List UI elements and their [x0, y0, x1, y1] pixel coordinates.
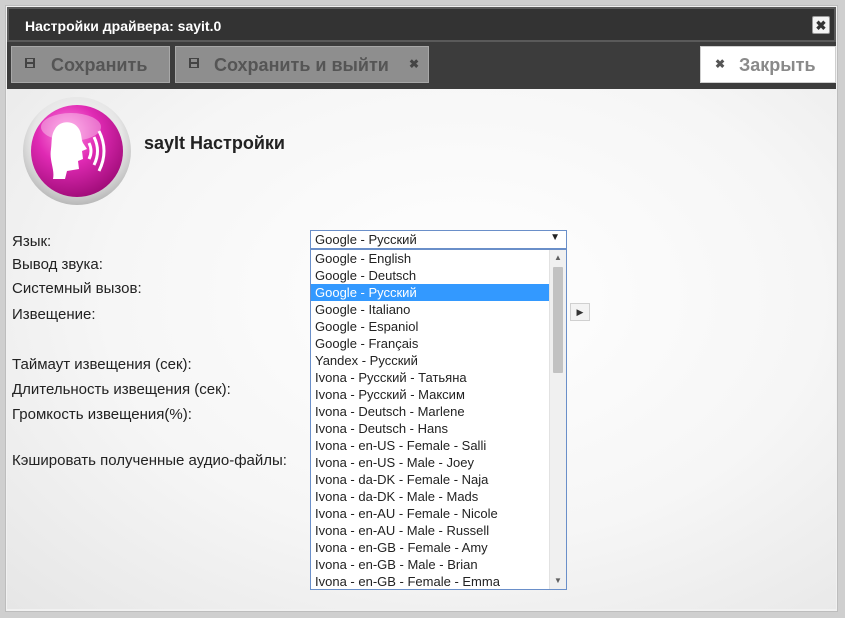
language-option[interactable]: Google - Espaniol [311, 318, 566, 335]
language-option[interactable]: Google - Français [311, 335, 566, 352]
x-icon: ✖ [409, 57, 420, 71]
save-and-exit-button[interactable]: Сохранить и выйти ✖ [175, 46, 429, 83]
floppy-icon [189, 58, 199, 71]
dropdown-arrow-icon: ▼ [550, 232, 560, 243]
save-button-label: Сохранить [51, 55, 148, 75]
language-option[interactable]: Ivona - en-US - Female - Salli [311, 437, 566, 454]
language-option[interactable]: Ivona - Deutsch - Marlene [311, 403, 566, 420]
close-icon[interactable]: ✖ [812, 16, 830, 34]
language-option[interactable]: Ivona - Deutsch - Hans [311, 420, 566, 437]
cache-audio-label: Кэшировать полученные аудио-файлы: [12, 452, 287, 469]
x-icon: ✖ [715, 57, 726, 71]
close-button[interactable]: ✖ Закрыть [700, 46, 836, 83]
title-bar: Настройки драйвера: sayit.0 ✖ [7, 7, 836, 42]
language-option[interactable]: Ivona - da-DK - Female - Naja [311, 471, 566, 488]
language-option[interactable]: Ivona - en-AU - Male - Russell [311, 522, 566, 539]
play-icon[interactable]: ▶ [570, 303, 590, 321]
language-option[interactable]: Ivona - en-AU - Female - Nicole [311, 505, 566, 522]
language-dropdown-list[interactable]: Google - English Google - Deutsch Google -… [310, 249, 567, 590]
language-options: Google - English Google - Deutsch Google -… [311, 250, 566, 589]
sound-output-label: Вывод звука: [12, 256, 103, 273]
window-title: Настройки драйвера: sayit.0 [25, 18, 222, 34]
close-button-label: Закрыть [739, 55, 816, 75]
page-title: sayIt Настройки [144, 133, 285, 153]
language-option[interactable]: Ivona - Русский - Татьяна [311, 369, 566, 386]
speaking-head-icon [21, 97, 133, 209]
scroll-up-icon[interactable]: ▲ [550, 250, 566, 266]
notification-duration-label: Длительность извещения (сек): [12, 381, 231, 398]
system-call-label: Системный вызов: [12, 280, 142, 297]
scroll-thumb[interactable] [553, 267, 563, 373]
settings-content: sayIt Настройки Язык: Вывод звука: Систе… [7, 89, 836, 609]
dropdown-scrollbar[interactable]: ▲ ▼ [549, 250, 566, 589]
language-option[interactable]: Ivona - Русский - Максим [311, 386, 566, 403]
save-button[interactable]: Сохранить [11, 46, 170, 83]
driver-settings-dialog: Настройки драйвера: sayit.0 ✖ Сохранить … [5, 5, 838, 612]
language-option[interactable]: Ivona - en-US - Male - Joey [311, 454, 566, 471]
language-label: Язык: [12, 233, 52, 250]
language-option[interactable]: Google - Italiano [311, 301, 566, 318]
notification-timeout-label: Таймаут извещения (сек): [12, 356, 192, 373]
language-option[interactable]: Google - English [311, 250, 566, 267]
floppy-icon [25, 58, 35, 71]
notification-volume-label: Громкость извещения(%): [12, 406, 192, 423]
language-option[interactable]: Ivona - en-GB - Male - Brian [311, 556, 566, 573]
toolbar: Сохранить Сохранить и выйти ✖ ✖ Закрыть [7, 42, 836, 89]
language-option[interactable]: Ivona - en-GB - Female - Emma [311, 573, 566, 589]
language-option[interactable]: Ivona - da-DK - Male - Mads [311, 488, 566, 505]
language-option[interactable]: Google - Deutsch [311, 267, 566, 284]
language-option[interactable]: Ivona - en-GB - Female - Amy [311, 539, 566, 556]
scroll-down-icon[interactable]: ▼ [550, 573, 566, 589]
language-select-value: Google - Русский [315, 232, 417, 247]
language-option[interactable]: Yandex - Русский [311, 352, 566, 369]
notification-label: Извещение: [12, 306, 96, 323]
language-option[interactable]: Google - Русский [311, 284, 566, 301]
save-and-exit-label: Сохранить и выйти [214, 55, 389, 75]
language-select[interactable]: Google - Русский ▼ [310, 230, 567, 249]
